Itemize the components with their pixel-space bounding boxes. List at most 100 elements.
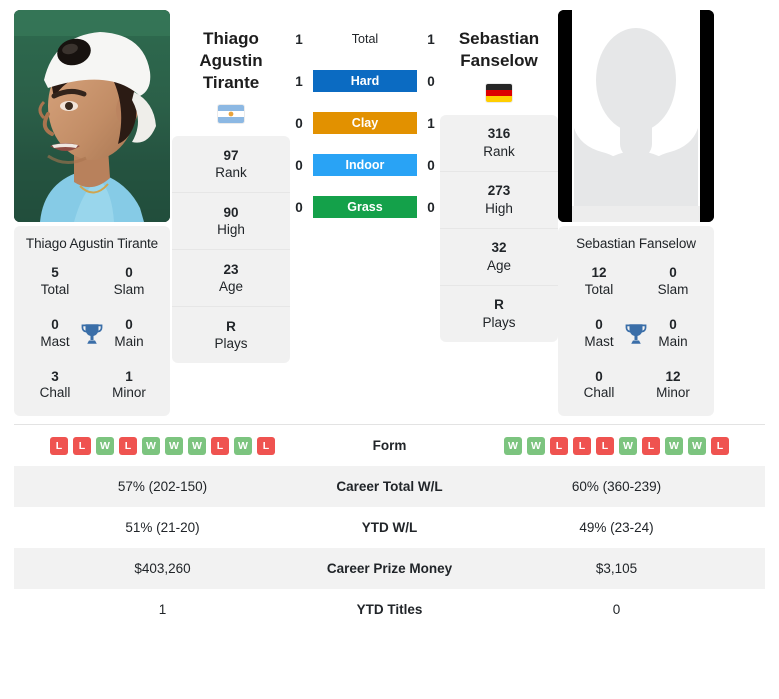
left-name-line2: Tirante — [202, 72, 260, 92]
stat-label: Age — [486, 257, 512, 273]
head-to-head-surfaces: 1 Total 1 1 Hard 0 0 Clay 1 0 Indoor 0 0 — [290, 10, 440, 218]
surface-label-total: Total — [351, 32, 379, 46]
title-label: Slam — [113, 281, 145, 297]
left-player-panel: Thiago Agustin Tirante 5 Total 0 Slam 0 … — [14, 10, 172, 417]
form-badge-loss: L — [257, 436, 275, 455]
left-flag-wrap — [172, 105, 290, 124]
form-badge-loss: L — [211, 436, 229, 455]
left-titles-card: Thiago Agustin Tirante 5 Total 0 Slam 0 … — [14, 226, 170, 417]
surface-row-grass: 0 Grass 0 — [290, 196, 440, 218]
surface-right-score: 0 — [427, 157, 435, 173]
comparison-table: LLWLWWWLWL Form WWLLLWLWWL 57% (202-150)… — [14, 424, 765, 630]
left-titles-grid: 5 Total 0 Slam 0 Mast 0 Main 3 Chall 1 M… — [18, 265, 166, 402]
title-stat: 0 Chall — [562, 369, 636, 403]
left-value: 51% (21-20) — [125, 519, 200, 535]
right-titles-card: Sebastian Fanselow 12 Total 0 Slam 0 Mas… — [558, 226, 714, 417]
trophy-icon — [623, 321, 649, 347]
comparison-table-body: LLWLWWWLWL Form WWLLLWLWWL 57% (202-150)… — [14, 424, 765, 630]
form-badge-win: W — [665, 436, 683, 455]
stat-value: 32 — [491, 239, 507, 255]
stat-value: R — [226, 318, 236, 334]
player-comparison-page: Thiago Agustin Tirante 5 Total 0 Slam 0 … — [0, 0, 779, 699]
trophy-icon — [79, 321, 105, 347]
stat-label: Rank — [483, 143, 515, 159]
title-value: 0 — [669, 265, 677, 280]
form-badge-win: W — [165, 436, 183, 455]
flag-germany-icon — [486, 83, 512, 102]
surface-label-clay[interactable]: Clay — [313, 112, 417, 134]
surface-row-clay: 0 Clay 1 — [290, 112, 440, 134]
stat-label: High — [485, 200, 513, 216]
form-badge-loss: L — [642, 436, 660, 455]
form-badge-win: W — [188, 436, 206, 455]
form-badge-loss: L — [711, 436, 729, 455]
form-badge-win: W — [96, 436, 114, 455]
left-form-strip: LLWLWWWLWL — [14, 436, 311, 455]
table-row-ytd-wl: 51% (21-20) YTD W/L 49% (23-24) — [14, 507, 765, 548]
stat-value: 273 — [487, 182, 511, 198]
left-value: $403,260 — [134, 560, 191, 576]
title-stat: 3 Chall — [18, 369, 92, 403]
right-form-cell: WWLLLWLWWL — [468, 425, 765, 466]
stat-high: 273 High — [440, 172, 558, 229]
form-badge-win: W — [527, 436, 545, 455]
surface-label-hard[interactable]: Hard — [313, 70, 417, 92]
stat-rank: 97 Rank — [172, 136, 290, 194]
title-label: Total — [40, 281, 70, 297]
stat-age: 32 Age — [440, 229, 558, 286]
right-value: 60% (360-239) — [571, 478, 662, 494]
right-player-panel: Sebastian Fanselow 12 Total 0 Slam 0 Mas… — [558, 10, 716, 417]
surface-right-score: 0 — [427, 73, 435, 89]
title-label: Minor — [112, 385, 146, 401]
title-label: Chall — [39, 385, 71, 401]
stat-plays: R Plays — [172, 307, 290, 363]
table-row-career-wl: 57% (202-150) Career Total W/L 60% (360-… — [14, 465, 765, 507]
player-placeholder-icon — [558, 10, 714, 222]
right-value: 0 — [612, 601, 621, 617]
form-badge-loss: L — [550, 436, 568, 455]
stat-label: Plays — [214, 336, 248, 352]
stat-age: 23 Age — [172, 250, 290, 308]
right-player-info: Sebastian Fanselow 316 Rank 273 High 32 … — [440, 10, 558, 342]
right-flag-wrap — [440, 83, 558, 102]
surface-row-hard: 1 Hard 0 — [290, 70, 440, 92]
right-stat-card: 316 Rank 273 High 32 Age R Plays — [440, 114, 558, 342]
form-badge-loss: L — [573, 436, 591, 455]
form-badge-win: W — [688, 436, 706, 455]
left-titles-name: Thiago Agustin Tirante — [25, 236, 159, 251]
flag-argentina-icon — [218, 105, 244, 124]
surface-right-score: 1 — [427, 31, 435, 47]
title-label: Minor — [656, 385, 690, 401]
title-stat: 12 Minor — [636, 369, 710, 403]
row-label: Form — [372, 438, 407, 453]
stat-label: Rank — [215, 165, 247, 181]
stat-label: High — [217, 222, 245, 238]
left-player-photo[interactable] — [14, 10, 170, 222]
form-badge-loss: L — [73, 436, 91, 455]
row-label: Career Prize Money — [326, 560, 453, 576]
left-player-name: Thiago Agustin Tirante — [172, 28, 290, 93]
right-player-photo[interactable] — [558, 10, 714, 222]
surface-label-indoor[interactable]: Indoor — [313, 154, 417, 176]
title-stat: 12 Total — [562, 265, 636, 299]
form-badge-loss: L — [50, 436, 68, 455]
right-value: 49% (23-24) — [579, 519, 654, 535]
title-value: 12 — [591, 265, 607, 280]
title-value: 5 — [51, 265, 59, 280]
table-row-ytd-titles: 1 YTD Titles 0 — [14, 589, 765, 630]
title-label: Total — [584, 281, 614, 297]
surface-left-score: 0 — [295, 157, 303, 173]
table-row-form: LLWLWWWLWL Form WWLLLWLWWL — [14, 424, 765, 466]
title-value: 3 — [51, 368, 59, 384]
player-photo-icon — [14, 10, 170, 222]
right-titles-grid: 12 Total 0 Slam 0 Mast 0 Main 0 Chall 12… — [562, 265, 710, 402]
stat-label: Plays — [482, 314, 516, 330]
flag-germany-glyph — [486, 83, 512, 102]
stat-high: 90 High — [172, 193, 290, 251]
surface-right-score: 0 — [427, 199, 435, 215]
row-label: YTD W/L — [361, 519, 418, 535]
table-row-prize-money: $403,260 Career Prize Money $3,105 — [14, 547, 765, 589]
surface-label-grass[interactable]: Grass — [313, 196, 417, 218]
left-player-info: Thiago Agustin Tirante 97 Rank 90 High 2… — [172, 10, 290, 364]
surface-left-score: 0 — [295, 199, 303, 215]
